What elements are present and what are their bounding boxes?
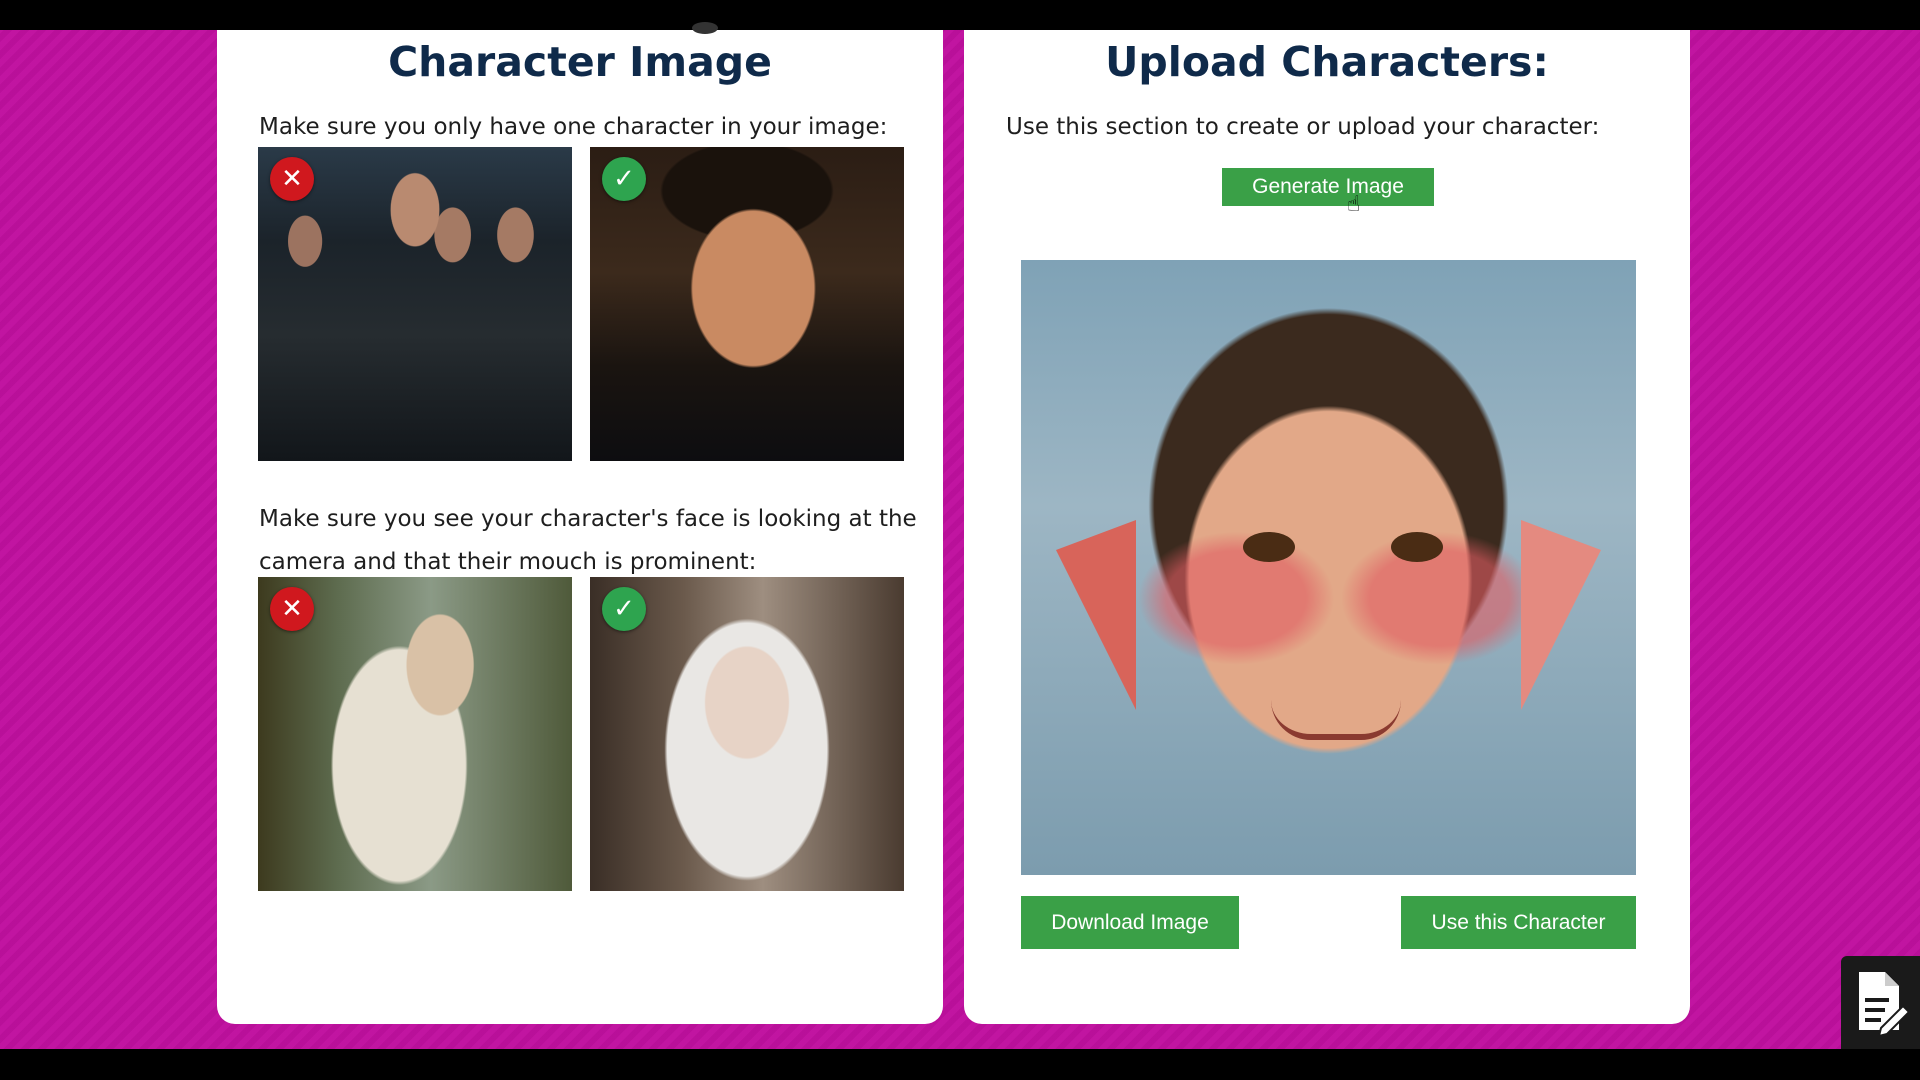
- x-icon: ✕: [270, 157, 314, 201]
- card-title: Character Image: [388, 38, 772, 86]
- generate-image-label: Generate Image: [1252, 175, 1404, 198]
- bottom-bar: [0, 1049, 1920, 1080]
- example-image-profile-bad: ✕: [258, 577, 572, 891]
- download-image-button[interactable]: Download Image: [1021, 896, 1239, 949]
- generated-character-image: [1021, 260, 1636, 875]
- right-ear: [1521, 520, 1601, 710]
- x-icon: ✕: [270, 587, 314, 631]
- generate-image-button[interactable]: Generate Image: [1222, 168, 1434, 206]
- card-title: Upload Characters:: [1105, 38, 1549, 86]
- edit-document-icon[interactable]: [1841, 956, 1920, 1049]
- example-image-group-bad: ✕: [258, 147, 572, 461]
- check-icon: ✓: [602, 587, 646, 631]
- upload-instruction: Use this section to create or upload you…: [1006, 114, 1600, 140]
- left-eye: [1243, 532, 1295, 562]
- smile: [1271, 700, 1401, 740]
- use-character-button[interactable]: Use this Character: [1401, 896, 1636, 949]
- camera-notch: [692, 22, 718, 34]
- right-eye: [1391, 532, 1443, 562]
- character-image-card: Character Image Make sure you only have …: [217, 10, 943, 1024]
- example-image-front-good: ✓: [590, 577, 904, 891]
- example-image-single-good: ✓: [590, 147, 904, 461]
- hand-cursor-icon: ☝: [1347, 192, 1361, 217]
- download-image-label: Download Image: [1051, 910, 1209, 934]
- instruction-two-line1: Make sure you see your character's face …: [259, 506, 917, 532]
- upload-characters-card: Upload Characters: Use this section to c…: [964, 10, 1690, 1024]
- instruction-one: Make sure you only have one character in…: [259, 114, 888, 140]
- left-ear: [1056, 520, 1136, 710]
- top-bar: [0, 0, 1920, 34]
- check-icon: ✓: [602, 157, 646, 201]
- use-character-label: Use this Character: [1431, 910, 1606, 934]
